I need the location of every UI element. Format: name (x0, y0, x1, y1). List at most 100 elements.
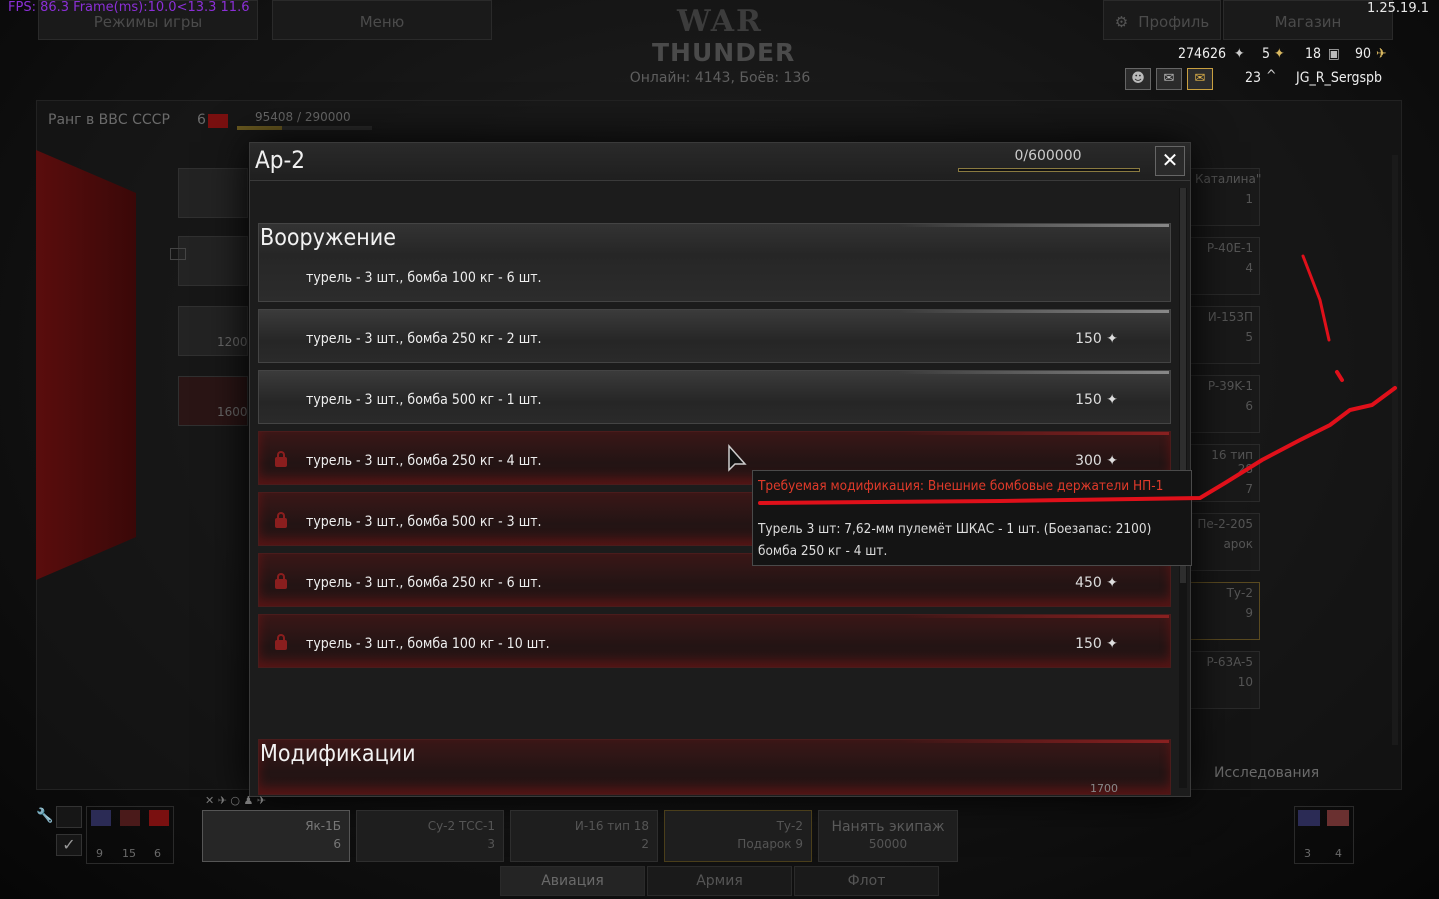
silver-lions: 274626 (1178, 46, 1227, 62)
crew-slot[interactable]: Су-2 ТСС-1 3 (356, 810, 504, 862)
germany-flag-icon[interactable] (120, 810, 140, 826)
silver-lion-icon: ✦ (1234, 46, 1245, 62)
research-points: 0/600000 (1014, 148, 1082, 164)
weapon-preset-row[interactable]: турель - 3 шт., бомба 500 кг - 1 шт. 150… (258, 370, 1171, 424)
stat-3: 18 (1305, 46, 1322, 62)
silver-lion-icon: ✦ (1101, 636, 1118, 652)
slot-rank: 6 (333, 837, 341, 851)
modification-tooltip: Требуемая модификация: Внешние бомбовые … (752, 470, 1192, 566)
gold-eagle-icon: ✦ (1274, 46, 1285, 62)
tree-plane-card[interactable] (178, 236, 248, 286)
silver-lion-icon: ✦ (1101, 392, 1118, 408)
weapon-cost: 150 ✦ (1075, 392, 1118, 408)
tree-card-right[interactable]: Каталина" 1 (1188, 168, 1261, 226)
slot-gift-label: Подарок (737, 837, 792, 851)
mouse-cursor-icon (728, 444, 747, 472)
tab-army[interactable]: Армия (647, 866, 792, 896)
slot-plane-name: И-16 тип 18 (574, 819, 649, 833)
preset-checkbox[interactable] (56, 806, 82, 828)
tree-card-right[interactable]: 16 тип 28 7 (1188, 444, 1260, 502)
card-rank: 9 (1245, 606, 1253, 620)
nation-filter-right: 3 4 (1294, 806, 1354, 864)
row-edge-highlight (899, 310, 1169, 313)
logo-thunder: THUNDER (652, 38, 796, 67)
nation-count: 4 (1335, 847, 1342, 860)
online-status: Онлайн: 4143, Боёв: 136 (629, 70, 811, 86)
card-name: И-153П (1207, 310, 1253, 324)
friends-icon[interactable]: ☻ (1125, 68, 1151, 90)
logo-war: WAR (677, 4, 763, 39)
close-button[interactable]: ✕ (1155, 146, 1185, 176)
tab-fleet[interactable]: Флот (794, 866, 939, 896)
level-chevron-icon: ^ (1266, 68, 1277, 84)
chat-icon[interactable]: ✉ (1156, 68, 1182, 90)
section-armament-title-overlay: Вооружение (260, 225, 396, 251)
mods-peek-cost: 1700 (1090, 782, 1118, 795)
rank-label: Ранг в ВВС СССР (48, 112, 170, 128)
version-label: 1.25.19.1 (1366, 1, 1429, 16)
japan-flag-icon[interactable] (1327, 810, 1349, 826)
ussr-flag-icon (208, 114, 228, 128)
slot-plane-name: Ту-2 (776, 819, 803, 833)
tooltip-line-2: бомба 250 кг - 4 шт. (758, 543, 888, 559)
tree-scrollbar[interactable] (1392, 155, 1398, 745)
folder-expand-icon[interactable] (170, 248, 186, 260)
hire-crew-label: Нанять экипаж (831, 819, 945, 835)
weapon-cost: 150 ✦ (1075, 636, 1118, 652)
menu-button[interactable]: Меню (272, 0, 492, 40)
lock-icon (274, 451, 288, 467)
silver-lion-icon: ✦ (1101, 453, 1118, 469)
profile-button[interactable]: ⚙ Профиль (1103, 0, 1221, 40)
weapon-preset-label: турель - 3 шт., бомба 100 кг - 6 шт. (306, 270, 542, 286)
card-name: P-63A-5 (1206, 655, 1253, 669)
player-name[interactable]: JG_R_Sergspb (1296, 70, 1382, 86)
card-rank: 5 (1245, 330, 1253, 344)
card-name: P-39K-1 (1207, 379, 1253, 393)
rank-progress-bar (237, 126, 372, 130)
uk-flag-icon[interactable] (1298, 810, 1320, 826)
crew-slot[interactable]: И-16 тип 18 2 (510, 810, 658, 862)
weapon-preset-label: турель - 3 шт., бомба 250 кг - 4 шт. (306, 453, 542, 469)
nation-count: 15 (122, 847, 136, 860)
row-edge-highlight (899, 224, 1169, 227)
tree-plane-card[interactable]: 1200 (178, 306, 248, 356)
game-modes-label: Режимы игры (93, 13, 203, 31)
weapon-preset-row-locked[interactable]: турель - 3 шт., бомба 100 кг - 10 шт. 15… (258, 614, 1171, 668)
mail-icon[interactable]: ✉ (1187, 68, 1213, 90)
tree-card-right[interactable]: И-153П 5 (1188, 306, 1260, 364)
shield-icon: ▣ (1328, 46, 1340, 62)
tree-card-right[interactable]: P-39K-1 6 (1188, 375, 1260, 433)
tree-card-right[interactable]: P-40E-1 4 (1188, 237, 1260, 295)
slot-rank: 3 (487, 837, 495, 851)
slot-plane-name: Як-1Б (305, 819, 341, 833)
card-rank: 1 (1245, 192, 1253, 206)
card-rank: арок (1223, 537, 1253, 551)
cost-value: 300 (1075, 453, 1102, 469)
ussr-flag-icon[interactable] (149, 810, 169, 826)
usa-flag-icon[interactable] (91, 810, 111, 826)
card-name: Ту-2 (1226, 586, 1253, 600)
nation-filter: 9 15 6 (86, 806, 174, 864)
check-icon[interactable]: ✓ (56, 834, 82, 856)
crew-slot[interactable]: Ту-2 Подарок 9 (664, 810, 812, 862)
weapon-preset-row[interactable]: турель - 3 шт., бомба 250 кг - 2 шт. 150… (258, 309, 1171, 363)
tree-plane-card[interactable] (178, 168, 248, 218)
weapon-cost: 150 ✦ (1075, 331, 1118, 347)
tab-aviation[interactable]: Авиация (500, 866, 645, 896)
slot-tools[interactable]: ✕ ✈ ○ ♟ ✈ (205, 794, 345, 808)
tree-cost: 1600 (217, 405, 248, 419)
research-progress-bar (958, 168, 1140, 172)
tree-card-right[interactable]: Ту-2 9 (1188, 582, 1260, 640)
research-button[interactable]: Исследования (1214, 765, 1319, 781)
wrench-icon[interactable]: 🔧 (36, 808, 53, 824)
nation-count: 3 (1304, 847, 1311, 860)
rank-number: 6 (197, 112, 206, 128)
tree-card-right[interactable]: Пе-2-205 арок (1188, 513, 1260, 571)
tree-plane-card[interactable]: 1600 (178, 376, 248, 426)
card-name: Пе-2-205 (1197, 517, 1253, 531)
crew-slot[interactable]: Як-1Б 6 (202, 810, 350, 862)
hire-crew-button[interactable]: Нанять экипаж 50000 (818, 810, 958, 862)
tree-card-right[interactable]: P-63A-5 10 (1188, 651, 1260, 709)
weapon-cost: 300 ✦ (1075, 453, 1118, 469)
lock-icon (274, 573, 288, 589)
